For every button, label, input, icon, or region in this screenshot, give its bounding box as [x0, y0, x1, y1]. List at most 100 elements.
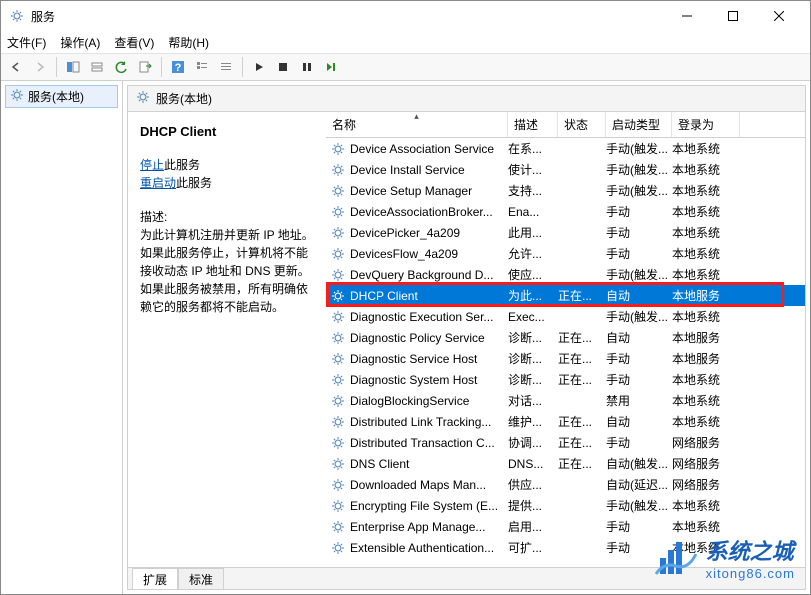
service-row[interactable]: DNS ClientDNS...正在...自动(触发...网络服务	[326, 453, 805, 474]
cell-name: Distributed Transaction C...	[350, 436, 508, 450]
cell-startup: 手动(触发...	[606, 182, 672, 199]
column-status[interactable]: 状态	[558, 112, 606, 137]
cell-startup: 手动	[606, 224, 672, 241]
list-rows[interactable]: Device Association Service在系...手动(触发...本…	[326, 138, 805, 567]
menu-help[interactable]: 帮助(H)	[168, 34, 209, 51]
service-row[interactable]: DevicesFlow_4a209允许...手动本地系统	[326, 243, 805, 264]
cell-name: Extensible Authentication...	[350, 541, 508, 555]
cell-logon: 本地服务	[672, 329, 740, 346]
watermark-logo-icon	[652, 532, 700, 583]
window-title: 服务	[31, 8, 664, 25]
cell-desc: 启用...	[508, 518, 558, 535]
service-row[interactable]: Distributed Link Tracking...维护...正在...自动…	[326, 411, 805, 432]
show-hide-tree-button[interactable]	[62, 56, 84, 78]
gear-icon	[330, 352, 346, 366]
service-row[interactable]: DevQuery Background D...使应...手动(触发...本地系…	[326, 264, 805, 285]
gear-icon	[330, 394, 346, 408]
cell-desc: 对话...	[508, 392, 558, 409]
cell-name: Diagnostic System Host	[350, 373, 508, 387]
cell-logon: 本地系统	[672, 245, 740, 262]
service-row[interactable]: Diagnostic Execution Ser...Exec... 手动(触发.…	[326, 306, 805, 327]
cell-name: Encrypting File System (E...	[350, 499, 508, 513]
gear-icon	[330, 268, 346, 282]
gear-icon	[330, 310, 346, 324]
start-service-button[interactable]	[248, 56, 270, 78]
cell-name: Device Association Service	[350, 142, 508, 156]
cell-desc: Exec...	[508, 310, 558, 324]
export-button[interactable]	[134, 56, 156, 78]
cell-desc: 协调...	[508, 434, 558, 451]
restart-service-button[interactable]	[320, 56, 342, 78]
menu-view[interactable]: 查看(V)	[114, 34, 154, 51]
cell-logon: 网络服务	[672, 434, 740, 451]
gear-icon	[330, 226, 346, 240]
refresh-button[interactable]	[110, 56, 132, 78]
cell-name: Diagnostic Policy Service	[350, 331, 508, 345]
service-row[interactable]: Distributed Transaction C...协调...正在...手动…	[326, 432, 805, 453]
column-logon[interactable]: 登录为	[672, 112, 740, 137]
cell-startup: 禁用	[606, 392, 672, 409]
watermark-text-2: xitong86.com	[706, 566, 795, 581]
cell-name: DNS Client	[350, 457, 508, 471]
cell-status: 正在...	[558, 455, 606, 472]
service-row[interactable]: DialogBlockingService对话...禁用本地系统	[326, 390, 805, 411]
cell-startup: 手动(触发...	[606, 308, 672, 325]
cell-status: 正在...	[558, 329, 606, 346]
service-row[interactable]: DevicePicker_4a209此用...手动本地系统	[326, 222, 805, 243]
gear-icon	[330, 289, 346, 303]
cell-startup: 手动(触发...	[606, 266, 672, 283]
service-row[interactable]: DHCP Client为此...正在...自动本地服务	[326, 285, 805, 306]
column-startup[interactable]: 启动类型	[606, 112, 672, 137]
pause-service-button[interactable]	[296, 56, 318, 78]
maximize-button[interactable]	[710, 1, 756, 31]
menu-file[interactable]: 文件(F)	[7, 34, 46, 51]
service-row[interactable]: Diagnostic Policy Service诊断...正在...自动本地服…	[326, 327, 805, 348]
list-icons-button[interactable]	[191, 56, 213, 78]
cell-name: Diagnostic Execution Ser...	[350, 310, 508, 324]
cell-status: 正在...	[558, 413, 606, 430]
tree-root-services-local[interactable]: 服务(本地)	[5, 85, 118, 108]
cell-desc: 允许...	[508, 245, 558, 262]
cell-desc: 可扩...	[508, 539, 558, 556]
cell-logon: 本地系统	[672, 266, 740, 283]
list-details-button[interactable]	[215, 56, 237, 78]
cell-name: Device Setup Manager	[350, 184, 508, 198]
service-row[interactable]: Diagnostic System Host诊断...正在...手动本地系统	[326, 369, 805, 390]
minimize-button[interactable]	[664, 1, 710, 31]
service-row[interactable]: Downloaded Maps Man...供应...自动(延迟...网络服务	[326, 474, 805, 495]
menu-bar: 文件(F) 操作(A) 查看(V) 帮助(H)	[1, 31, 810, 53]
column-description[interactable]: 描述	[508, 112, 558, 137]
cell-desc: 支持...	[508, 182, 558, 199]
service-row[interactable]: Encrypting File System (E...提供...手动(触发..…	[326, 495, 805, 516]
restart-service-link[interactable]: 重启动	[140, 176, 176, 190]
service-row[interactable]: DeviceAssociationBroker...Ena...手动本地系统	[326, 201, 805, 222]
help-button[interactable]: ?	[167, 56, 189, 78]
toolbar: ?	[1, 53, 810, 81]
forward-button[interactable]	[29, 56, 51, 78]
tab-standard[interactable]: 标准	[178, 568, 224, 590]
cell-status: 正在...	[558, 371, 606, 388]
cell-desc: 使应...	[508, 266, 558, 283]
cell-desc: 使计...	[508, 161, 558, 178]
close-button[interactable]	[756, 1, 802, 31]
cell-desc: 诊断...	[508, 371, 558, 388]
tab-extended[interactable]: 扩展	[132, 568, 178, 590]
service-row[interactable]: Diagnostic Service Host诊断...正在...手动本地服务	[326, 348, 805, 369]
stop-suffix: 此服务	[164, 158, 200, 172]
cell-name: Enterprise App Manage...	[350, 520, 508, 534]
back-button[interactable]	[5, 56, 27, 78]
cell-logon: 网络服务	[672, 476, 740, 493]
menu-action[interactable]: 操作(A)	[60, 34, 100, 51]
service-row[interactable]: Device Setup Manager支持...手动(触发...本地系统	[326, 180, 805, 201]
stop-service-link[interactable]: 停止	[140, 158, 164, 172]
cell-desc: 在系...	[508, 140, 558, 157]
cell-logon: 本地系统	[672, 413, 740, 430]
cell-name: DevicesFlow_4a209	[350, 247, 508, 261]
properties-button[interactable]	[86, 56, 108, 78]
stop-service-button[interactable]	[272, 56, 294, 78]
sort-asc-icon: ▴	[414, 112, 419, 122]
service-row[interactable]: Device Association Service在系...手动(触发...本…	[326, 138, 805, 159]
cell-logon: 本地服务	[672, 287, 740, 304]
column-name[interactable]: 名称▴	[326, 112, 508, 137]
service-row[interactable]: Device Install Service使计...手动(触发...本地系统	[326, 159, 805, 180]
